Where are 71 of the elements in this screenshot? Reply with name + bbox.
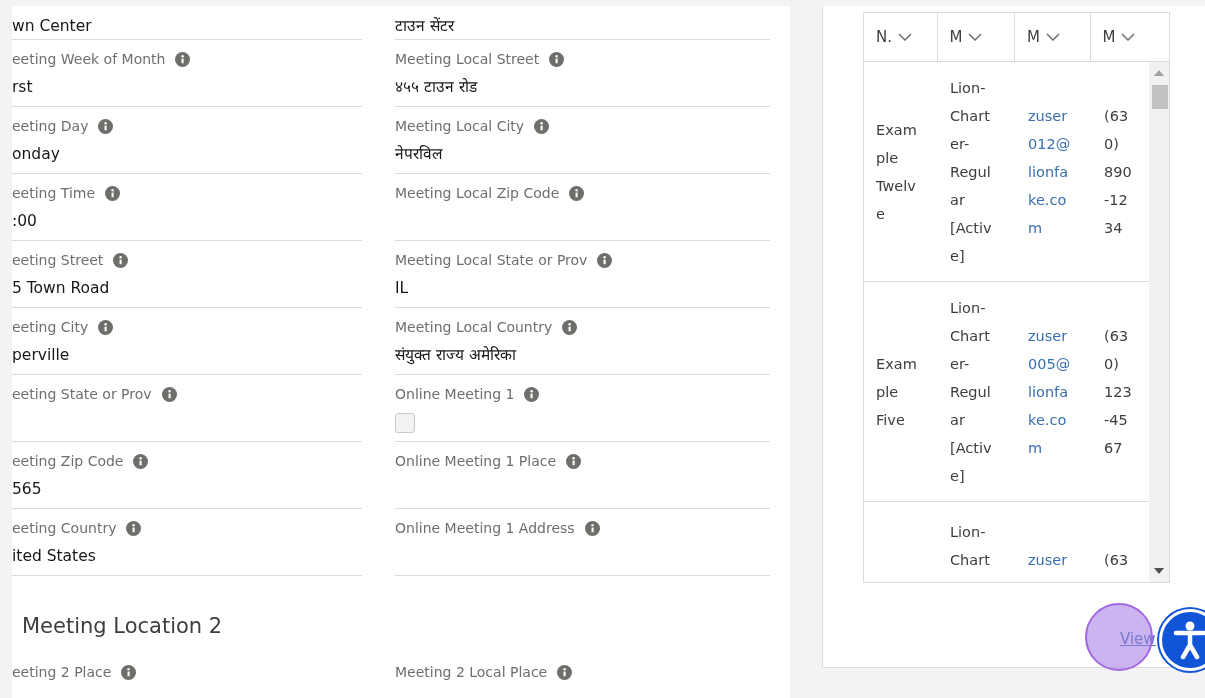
chevron-down-icon	[898, 33, 912, 41]
field-value: rst	[12, 77, 34, 98]
table-cell-text: (63 0) 123 -45 67	[1103, 326, 1133, 458]
field-value: नेपरविल	[395, 144, 444, 165]
info-icon[interactable]	[126, 520, 142, 536]
info-icon[interactable]	[98, 118, 114, 134]
field-value: 565	[12, 479, 43, 500]
info-icon[interactable]	[569, 185, 585, 201]
field-value: ited States	[12, 546, 97, 567]
info-icon[interactable]	[105, 185, 121, 201]
info-icon[interactable]	[562, 319, 578, 335]
scrollbar[interactable]	[1149, 62, 1169, 582]
email-link[interactable]: zuser 005@ lionfa ke.co m	[1016, 321, 1092, 462]
field-value: 5 Town Road	[12, 278, 111, 299]
email-link[interactable]: zuser 012@ lionfa ke.co m	[1016, 101, 1092, 242]
section-heading: Meeting Location 2	[22, 614, 224, 638]
table-cell-text: Lion- Chart er- Regul ar [Activ e]	[949, 298, 993, 486]
info-icon[interactable]	[161, 386, 177, 402]
field-value: IL	[395, 278, 410, 299]
table-cell-text: Exam ple Twelv e	[875, 120, 918, 224]
scroll-down-icon[interactable]	[1154, 568, 1164, 574]
info-icon[interactable]	[557, 664, 573, 680]
field-value: :00	[12, 211, 38, 232]
table-cell-text: Exam ple Five	[875, 354, 918, 430]
info-icon[interactable]	[98, 319, 114, 335]
table-cell-text: (63 0) 890 -12 34	[1103, 106, 1133, 238]
info-icon[interactable]	[175, 51, 191, 67]
info-icon[interactable]	[121, 664, 137, 680]
email-link[interactable]: zuser	[1016, 546, 1092, 574]
field-label: eeting 2 Place	[12, 664, 112, 680]
field-label: eeting State or Prov	[12, 386, 152, 402]
field-value: wn Center	[12, 16, 93, 37]
field-label: eeting Zip Code	[12, 453, 124, 469]
info-icon[interactable]	[584, 520, 600, 536]
field-label: eeting Day	[12, 118, 89, 134]
field-label: eeting Week of Month	[12, 51, 166, 67]
field-label: Online Meeting 1	[395, 386, 515, 402]
field-label: Meeting Local State or Prov	[395, 252, 588, 268]
info-icon[interactable]	[133, 453, 149, 469]
scrollbar-thumb[interactable]	[1152, 85, 1168, 109]
field-label: Meeting Local Street	[395, 51, 540, 67]
checkbox[interactable]	[395, 413, 415, 433]
person-icon	[1173, 620, 1205, 660]
info-icon[interactable]	[534, 118, 550, 134]
chevron-down-icon	[1121, 33, 1136, 41]
field-label: Meeting Local Zip Code	[395, 185, 560, 201]
field-label: eeting Street	[12, 252, 104, 268]
field-label: eeting Time	[12, 185, 96, 201]
info-icon[interactable]	[113, 252, 129, 268]
field-label: Meeting Local Country	[395, 319, 553, 335]
chevron-down-icon	[1045, 33, 1060, 41]
field-value: संयुक्त राज्य अमेरिका	[395, 345, 518, 366]
field-value: perville	[12, 345, 71, 366]
accessibility-button[interactable]	[1159, 609, 1205, 671]
field-value: ४५५ टाउन रोड	[395, 77, 479, 98]
field-label: Meeting 2 Local Place	[395, 664, 548, 680]
table-cell-text: (63	[1103, 551, 1130, 570]
field-label: eeting City	[12, 319, 89, 335]
info-icon[interactable]	[524, 386, 540, 402]
table-cell-text: Lion- Chart	[949, 523, 991, 570]
table-cell-text: Lion- Chart er- Regul ar [Activ e]	[949, 78, 993, 266]
field-label: Meeting Local City	[395, 118, 525, 134]
field-label: eeting Country	[12, 520, 117, 536]
field-value: टाउन सेंटर	[395, 16, 456, 37]
info-icon[interactable]	[597, 252, 613, 268]
field-label: Online Meeting 1 Address	[395, 520, 575, 536]
chevron-down-icon	[968, 33, 983, 41]
field-label: Online Meeting 1 Place	[395, 453, 557, 469]
info-icon[interactable]	[549, 51, 565, 67]
field-value: onday	[12, 144, 61, 165]
info-icon[interactable]	[566, 453, 582, 469]
